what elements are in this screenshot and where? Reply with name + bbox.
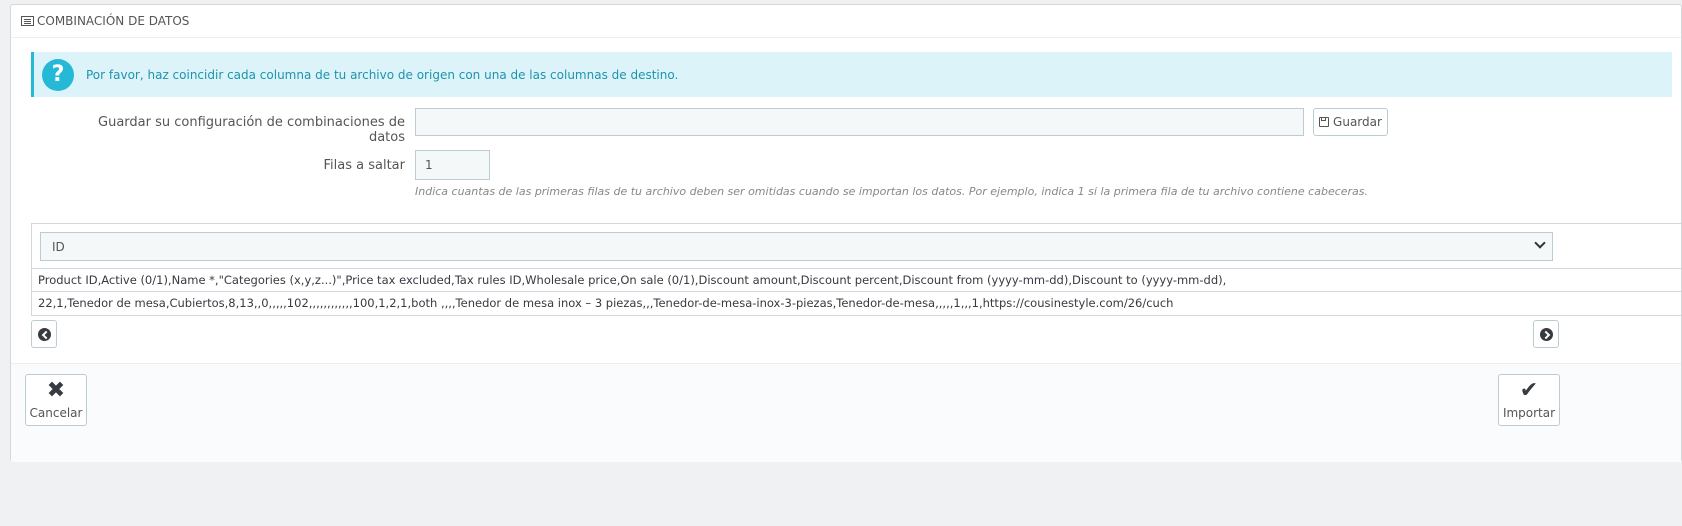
save-config-button-label: Guardar	[1333, 115, 1382, 129]
next-column-button[interactable]	[1533, 320, 1559, 348]
question-icon: ?	[42, 58, 74, 91]
import-button[interactable]: ✔ Importar	[1498, 374, 1560, 426]
panel-title: COMBINACIÓN DE DATOS	[37, 14, 190, 28]
data-matching-panel: COMBINACIÓN DE DATOS ? Por favor, haz co…	[10, 4, 1682, 462]
column-mapping-table: ID Product ID,Active (0/1),Name *,"Categ…	[31, 223, 1682, 316]
chevron-left-circle-icon	[37, 327, 51, 341]
skip-rows-label: Filas a saltar	[323, 158, 406, 173]
table-row: 22,1,Tenedor de mesa,Cubiertos,8,13,,0,,…	[32, 291, 1682, 314]
prev-column-button[interactable]	[31, 320, 57, 348]
save-config-button[interactable]: Guardar	[1313, 108, 1388, 136]
cancel-button-label: Cancelar	[29, 406, 83, 420]
cancel-button[interactable]: ✖ Cancelar	[25, 374, 87, 426]
list-icon	[21, 16, 34, 26]
chevron-down-icon	[1534, 237, 1546, 249]
check-icon: ✔	[1519, 378, 1539, 403]
panel-footer: ✖ Cancelar ✔ Importar	[11, 363, 1681, 462]
import-button-label: Importar	[1502, 406, 1556, 420]
info-alert: ? Por favor, haz coincidir cada columna …	[31, 52, 1672, 97]
table-row: Product ID,Active (0/1),Name *,"Categori…	[32, 268, 1682, 291]
skip-rows-input[interactable]: 1	[415, 150, 490, 180]
close-icon: ✖	[46, 378, 66, 403]
save-config-label: Guardar su configuración de combinacione…	[98, 115, 405, 145]
column-select-value: ID	[52, 239, 65, 254]
alert-text: Por favor, haz coincidir cada columna de…	[86, 67, 679, 82]
panel-heading: COMBINACIÓN DE DATOS	[11, 5, 1681, 38]
chevron-right-circle-icon	[1539, 327, 1553, 341]
floppy-icon	[1319, 117, 1330, 127]
column-select[interactable]: ID	[40, 232, 1553, 261]
skip-rows-help: Indica cuantas de las primeras filas de …	[415, 185, 1369, 198]
config-name-input[interactable]	[415, 108, 1304, 136]
